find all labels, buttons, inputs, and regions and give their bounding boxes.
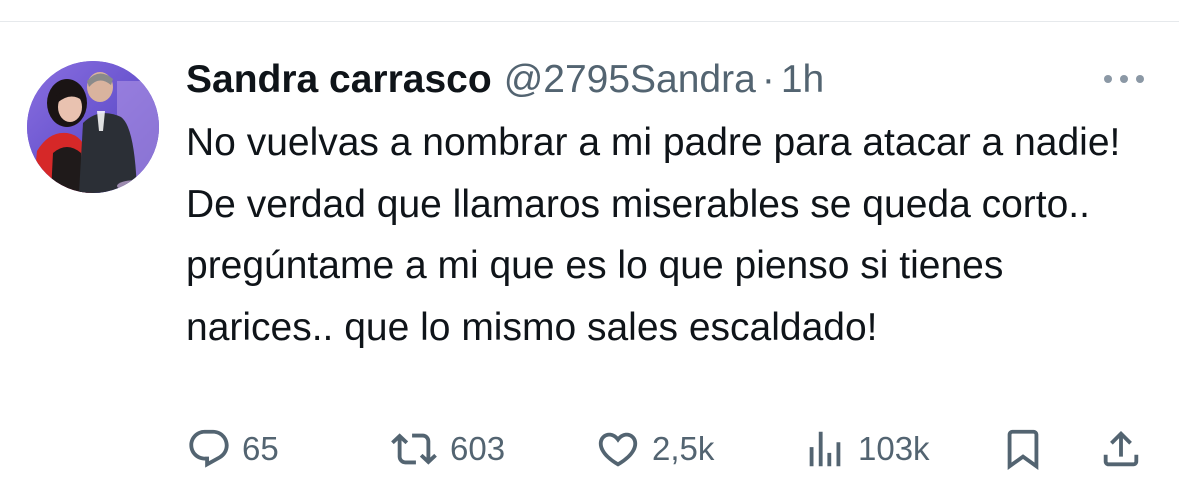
tweet-card: Sandra carrasco @2795Sandra · 1h No vuel… [0, 0, 1179, 502]
avatar-photo [27, 61, 159, 193]
share-icon [1098, 426, 1144, 472]
reply-count: 65 [242, 430, 279, 467]
timestamp[interactable]: 1h [781, 58, 824, 102]
like-button[interactable]: 2,5k [594, 420, 714, 478]
display-name[interactable]: Sandra carrasco [186, 58, 492, 102]
share-button[interactable] [1098, 420, 1144, 478]
bookmark-icon [1000, 426, 1046, 472]
views-icon [802, 426, 848, 472]
views-count: 103k [858, 430, 930, 467]
user-handle[interactable]: @2795Sandra [504, 58, 756, 102]
like-count: 2,5k [652, 430, 715, 467]
views-button[interactable]: 103k [802, 420, 930, 478]
tweet-text: No vuelvas a nombrar a mi padre para ata… [186, 121, 1121, 349]
avatar[interactable] [27, 61, 159, 193]
retweet-icon [388, 426, 440, 472]
reply-button[interactable]: 65 [186, 420, 279, 478]
top-divider [0, 21, 1179, 22]
more-options-button[interactable] [1098, 62, 1150, 96]
retweet-count: 603 [450, 430, 506, 467]
action-bar: 65 603 2,5k 103k [0, 420, 1179, 478]
tweet-header: Sandra carrasco @2795Sandra · 1h [186, 56, 824, 104]
retweet-button[interactable]: 603 [388, 420, 505, 478]
heart-icon [594, 426, 642, 472]
reply-icon [186, 426, 232, 472]
separator-dot: · [761, 58, 775, 101]
more-icon [1104, 75, 1144, 83]
bookmark-button[interactable] [1000, 420, 1046, 478]
